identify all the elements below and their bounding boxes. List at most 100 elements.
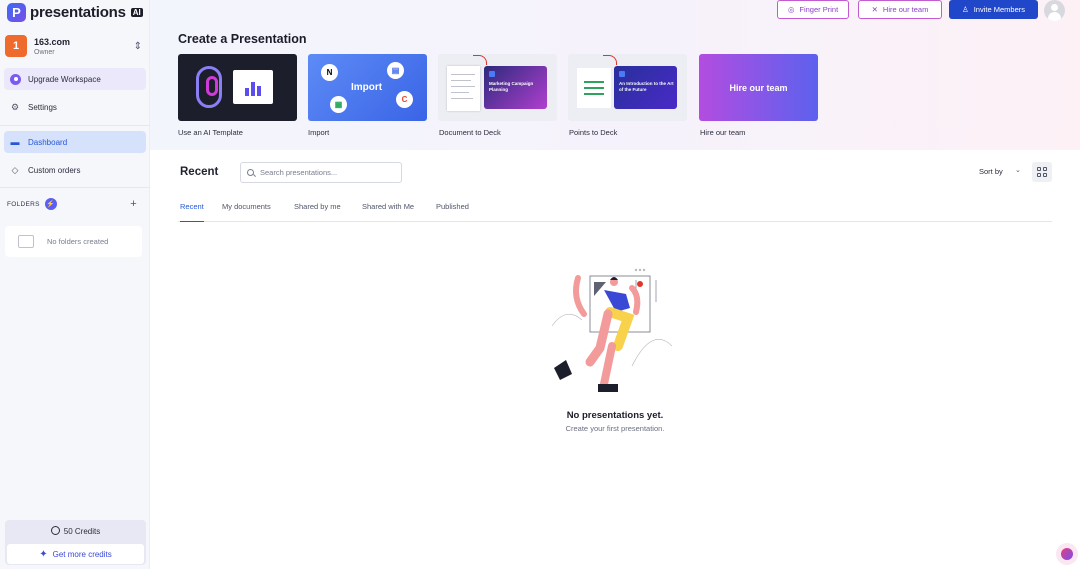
avatar[interactable] <box>1044 0 1065 21</box>
doc-line <box>451 98 473 99</box>
slide-title: Marketing Campaign Planning <box>489 81 534 92</box>
shoe-right <box>598 384 618 392</box>
grid-view-button[interactable] <box>1032 162 1052 182</box>
list-row <box>584 93 604 95</box>
leg-yellow <box>605 307 635 351</box>
page-title: Create a Presentation <box>178 32 307 46</box>
no-folders-placeholder: No folders created <box>5 226 142 257</box>
slide-logo <box>619 71 625 77</box>
coin-icon <box>50 526 60 535</box>
slide-title: An Introduction to the Art of the Future <box>619 81 674 92</box>
slide-logo <box>489 71 495 77</box>
gamma-icon: C <box>396 91 413 108</box>
gear-icon: ⚙ <box>10 101 20 112</box>
arm-left <box>573 275 587 317</box>
add-folder-button[interactable]: + <box>130 198 137 210</box>
sidebar-item-label: Settings <box>28 102 57 112</box>
calf <box>600 342 616 388</box>
grid-cell <box>1037 167 1041 171</box>
card-label: Use an AI Template <box>178 128 243 137</box>
workspace-switcher[interactable]: 1 163.com Owner ⇕ <box>5 33 145 59</box>
sidebar-item-dashboard[interactable]: ▬ Dashboard <box>4 131 146 153</box>
document-to-deck-card[interactable]: Marketing Campaign Planning <box>438 54 557 121</box>
board-bar <box>257 86 261 96</box>
workspace-name: 163.com <box>34 36 71 47</box>
doc-line <box>451 92 469 93</box>
points-to-deck-card[interactable]: An Introduction to the Art of the Future <box>568 54 687 121</box>
grid-cell <box>1043 167 1047 171</box>
chevron-up-down-icon: ⇕ <box>133 40 142 52</box>
list-row <box>584 87 604 89</box>
sidebar-item-custom-orders[interactable]: ◇ Custom orders <box>4 159 146 181</box>
get-more-credits-button[interactable]: ✦ Get more credits <box>7 544 144 564</box>
brand-logo[interactable]: P presentations AI <box>7 2 143 22</box>
board-shape <box>594 282 606 296</box>
empty-state-subtitle: Create your first presentation. <box>565 424 665 433</box>
folder-icon <box>18 235 34 248</box>
paperclip-inner <box>206 76 218 96</box>
shoe-left <box>554 360 572 380</box>
tab-shared-with-me[interactable]: Shared with Me <box>362 202 414 222</box>
list-row <box>584 81 604 83</box>
hire-team-card[interactable]: Hire our team <box>699 54 818 121</box>
docs-icon: ▤ <box>387 62 404 79</box>
credits-panel: 50 Credits ✦ Get more credits <box>5 520 146 565</box>
credits-label: 50 Credits <box>63 527 101 536</box>
sidebar-divider <box>0 125 150 126</box>
import-card[interactable]: N ▤ Import ▦ C <box>308 54 427 121</box>
card-label: Hire our team <box>700 128 746 137</box>
dot <box>634 268 638 272</box>
tab-published[interactable]: Published <box>436 202 469 222</box>
assistant-button[interactable] <box>1056 543 1078 565</box>
sheets-icon: ▦ <box>330 96 347 113</box>
ai-template-card[interactable] <box>178 54 297 121</box>
shapes-icon: ◇ <box>11 164 19 175</box>
board-bar <box>251 82 255 96</box>
brand-mark-icon: P <box>7 2 26 22</box>
notion-icon: N <box>321 64 338 81</box>
folders-label: FOLDERS <box>7 200 40 208</box>
list-icon <box>577 68 611 108</box>
workspace-role: Owner <box>34 48 55 56</box>
marker <box>637 281 643 287</box>
empty-state-illustration <box>552 268 672 392</box>
scribble <box>631 339 672 367</box>
search-placeholder: Search presentations... <box>260 168 338 177</box>
upgrade-label: Upgrade Workspace <box>28 74 101 84</box>
doc-line <box>451 86 475 87</box>
tab-my-documents[interactable]: My documents <box>222 202 271 222</box>
lightning-icon: ⚡ <box>44 198 57 210</box>
document-icon <box>447 66 480 111</box>
sort-dropdown[interactable]: Sort by <box>979 167 1003 176</box>
hire-team-button[interactable]: ✕ Hire our team <box>858 0 942 19</box>
arrow-icon <box>603 55 617 65</box>
get-more-credits-label: Get more credits <box>52 549 112 559</box>
tab-shared-by-me[interactable]: Shared by me <box>294 202 341 222</box>
arm-right <box>629 285 641 315</box>
upgrade-workspace-button[interactable]: Upgrade Workspace <box>4 68 146 90</box>
no-folders-text: No folders created <box>47 237 109 246</box>
card-label: Import <box>308 128 330 137</box>
dot <box>638 268 642 272</box>
search-input[interactable]: Search presentations... <box>240 162 402 183</box>
import-card-title: Import <box>351 82 383 93</box>
finger-print-button[interactable]: ◎ Finger Print <box>777 0 849 19</box>
upgrade-icon <box>10 73 21 85</box>
brain-icon <box>1061 548 1073 560</box>
card-label: Points to Deck <box>569 128 618 137</box>
chevron-down-icon[interactable]: ⌄ <box>1015 166 1021 174</box>
arrow-icon <box>473 55 487 65</box>
sidebar-item-settings[interactable]: ⚙ Settings <box>4 96 146 118</box>
invite-members-button[interactable]: ♙ Invite Members <box>949 0 1038 19</box>
finger-print-label: Finger Print <box>799 5 839 14</box>
folders-header: FOLDERS ⚡ + <box>7 198 137 210</box>
hair <box>610 277 618 280</box>
sidebar-item-label: Custom orders <box>28 165 81 175</box>
tab-recent[interactable]: Recent <box>180 202 204 222</box>
sidebar: P presentations AI 1 163.com Owner ⇕ Upg… <box>0 0 150 569</box>
empty-state-title: No presentations yet. <box>566 410 664 421</box>
doc-line <box>451 74 475 75</box>
doc-line <box>451 80 471 81</box>
brand-suffix: AI <box>130 7 143 17</box>
credits-count: 50 Credits <box>5 526 146 536</box>
